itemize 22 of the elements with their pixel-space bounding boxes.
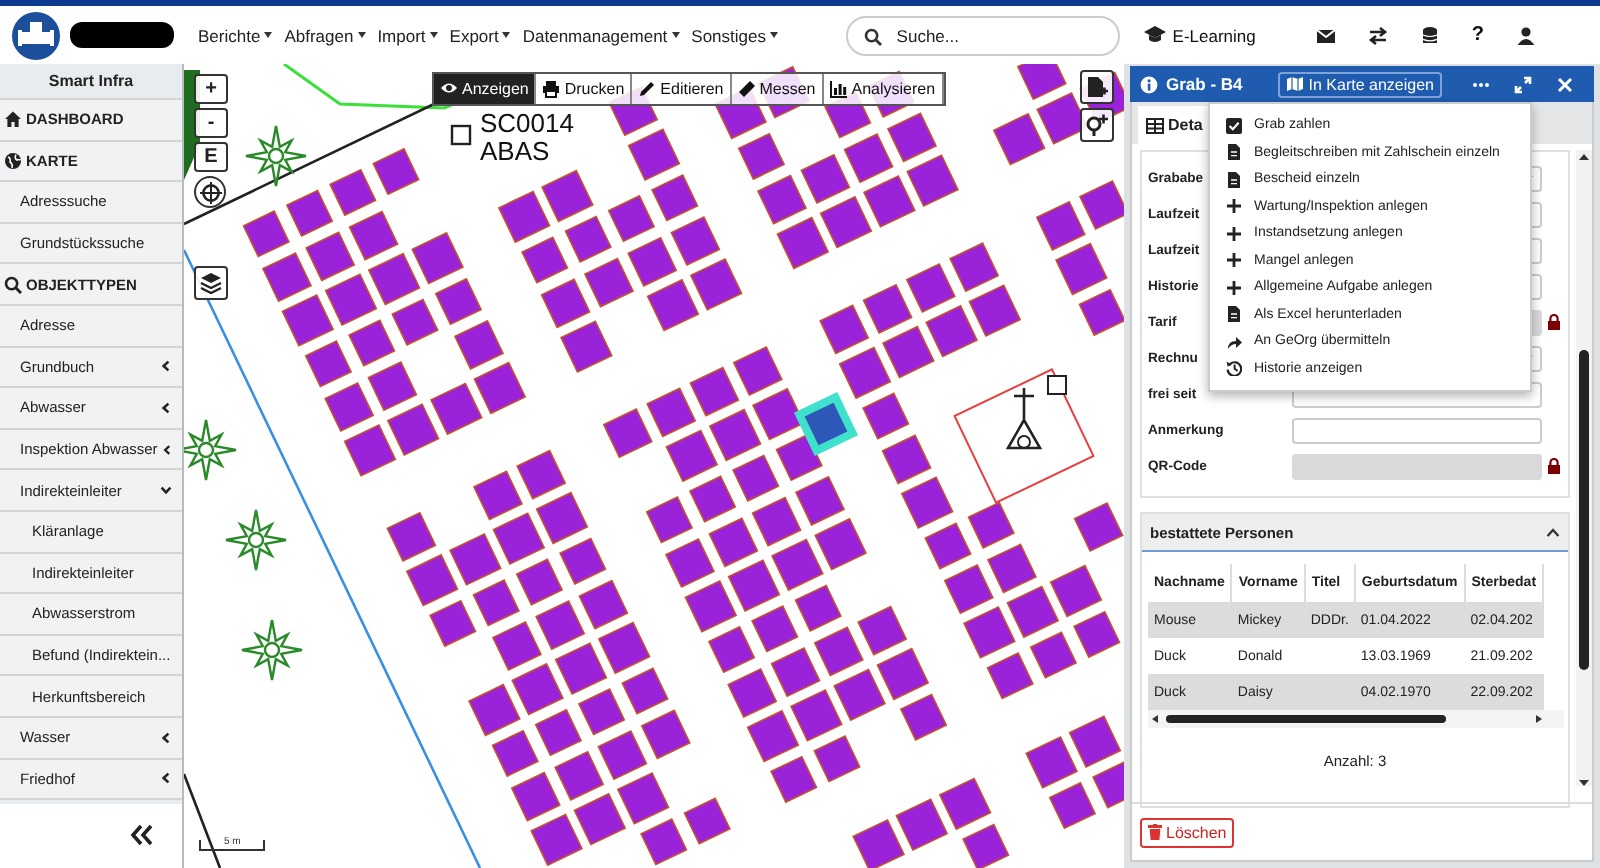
map-tool-tab[interactable]: Anzeigen xyxy=(434,74,537,104)
map-label: SC0014 xyxy=(480,108,574,138)
show-in-map-button[interactable]: In Karte anzeigen xyxy=(1278,71,1442,97)
map-tool-tab[interactable]: Drucken xyxy=(536,74,633,104)
menu-button[interactable]: Abfragen xyxy=(284,21,366,49)
map-label: ABAS xyxy=(480,136,550,166)
panel-title: Grab - B4 xyxy=(1166,74,1243,94)
e-learning-button[interactable]: E-Learning xyxy=(1140,21,1260,49)
menu-button[interactable]: Import xyxy=(377,21,438,49)
menu-button[interactable]: Sonstiges xyxy=(691,21,778,49)
delete-button[interactable]: Löschen xyxy=(1140,817,1235,847)
menu-button[interactable]: Berichte xyxy=(198,21,273,49)
search-field[interactable]: Suche... xyxy=(846,15,1121,55)
menu-button[interactable]: Datenmanagement xyxy=(522,21,680,49)
help-button[interactable]: ? xyxy=(1467,20,1488,50)
menu-button[interactable]: Export xyxy=(449,21,511,49)
map-control-button[interactable]: - xyxy=(194,108,228,138)
map-tool-tab[interactable]: Analysieren xyxy=(823,74,944,104)
map-tool-tab[interactable]: Editieren xyxy=(632,74,732,104)
map-control-button[interactable]: + xyxy=(194,74,228,104)
map-control-button[interactable]: E xyxy=(194,142,228,172)
map-tool-tab[interactable]: Messen xyxy=(731,74,824,104)
